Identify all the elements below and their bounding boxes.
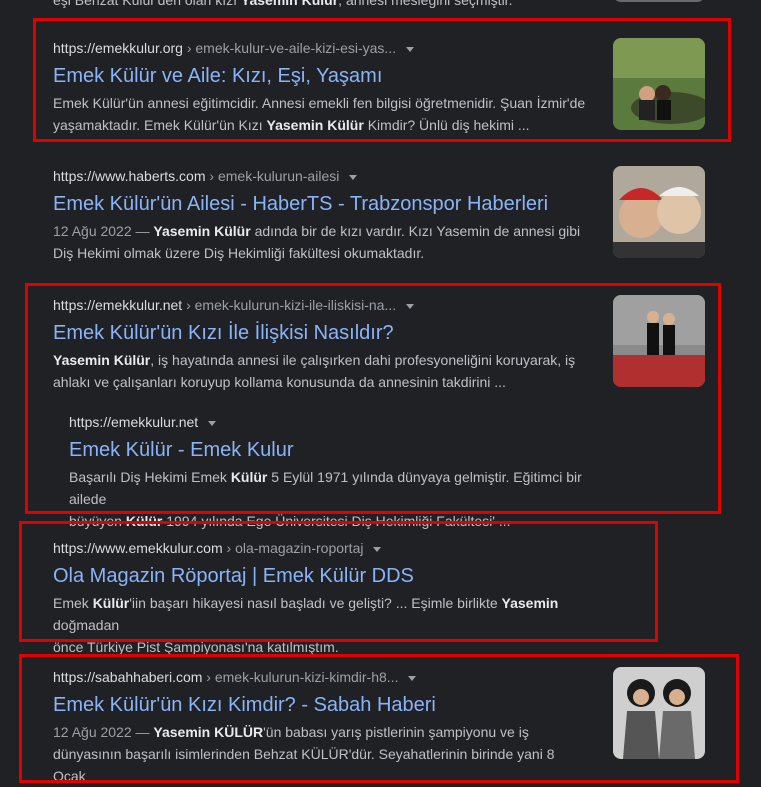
result-thumbnail-1[interactable] bbox=[613, 38, 705, 130]
chevron-down-icon[interactable] bbox=[208, 420, 217, 426]
result-url[interactable]: https://sabahhaberi.com › emek-kulurun-k… bbox=[53, 667, 593, 687]
chevron-down-icon[interactable] bbox=[406, 46, 415, 52]
chevron-down-icon[interactable] bbox=[408, 675, 417, 681]
result-title[interactable]: Emek Külür'ün Ailesi - HaberTS - Trabzon… bbox=[53, 191, 593, 217]
result-url[interactable]: https://emekkulur.org › emek-kulur-ve-ai… bbox=[53, 38, 593, 58]
result-thumbnail-3[interactable] bbox=[613, 295, 705, 387]
result-url[interactable]: https://emekkulur.net bbox=[69, 412, 609, 432]
result-title[interactable]: Emek Külür ve Aile: Kızı, Eşi, Yaşamı bbox=[53, 63, 593, 89]
search-result-1: https://emekkulur.org › emek-kulur-ve-ai… bbox=[53, 38, 593, 136]
result-snippet: 12 Ağu 2022 — Yasemin Külür adında bir d… bbox=[53, 223, 581, 261]
result-snippet: 12 Ağu 2022 — Yasemin KÜLÜR'ün babası ya… bbox=[53, 724, 555, 784]
result-thumbnail-2[interactable] bbox=[613, 166, 705, 258]
result-title[interactable]: Emek Külür - Emek Kulur bbox=[69, 437, 609, 463]
chevron-down-icon[interactable] bbox=[406, 303, 415, 309]
result-snippet: Başarılı Diş Hekimi Emek Külür 5 Eylül 1… bbox=[69, 469, 582, 529]
prev-result-thumbnail[interactable] bbox=[613, 0, 705, 2]
result-url[interactable]: https://emekkulur.net › emek-kulurun-kiz… bbox=[53, 295, 593, 315]
search-result-2: https://www.haberts.com › emek-kulurun-a… bbox=[53, 166, 593, 264]
result-thumbnail-5[interactable] bbox=[613, 667, 705, 759]
result-snippet: Emek Külür'ün annesi eğitimcidir. Annesi… bbox=[53, 95, 586, 133]
search-result-3: https://emekkulur.net › emek-kulurun-kiz… bbox=[53, 295, 593, 393]
result-title[interactable]: Ola Magazin Röportaj | Emek Külür DDS bbox=[53, 563, 593, 589]
result-title[interactable]: Emek Külür'ün Kızı Kimdir? - Sabah Haber… bbox=[53, 692, 593, 718]
result-url[interactable]: https://www.haberts.com › emek-kulurun-a… bbox=[53, 166, 593, 186]
result-title[interactable]: Emek Külür'ün Kızı İle İlişkisi Nasıldır… bbox=[53, 320, 593, 346]
prev-result-snippet: eşi Behzat Külür'den olan kızı Yasemin K… bbox=[53, 0, 513, 8]
search-result-5: https://sabahhaberi.com › emek-kulurun-k… bbox=[53, 667, 593, 787]
result-snippet: Emek Külür'iin başarı hikayesi nasıl baş… bbox=[53, 595, 559, 655]
search-result-4: https://www.emekkulur.com › ola-magazin-… bbox=[53, 538, 593, 658]
chevron-down-icon[interactable] bbox=[349, 174, 358, 180]
chevron-down-icon[interactable] bbox=[373, 546, 382, 552]
result-snippet: Yasemin Külür, iş hayatında annesi ile ç… bbox=[53, 352, 576, 390]
search-sub-result: https://emekkulur.net Emek Külür - Emek … bbox=[69, 412, 609, 532]
result-url[interactable]: https://www.emekkulur.com › ola-magazin-… bbox=[53, 538, 593, 558]
